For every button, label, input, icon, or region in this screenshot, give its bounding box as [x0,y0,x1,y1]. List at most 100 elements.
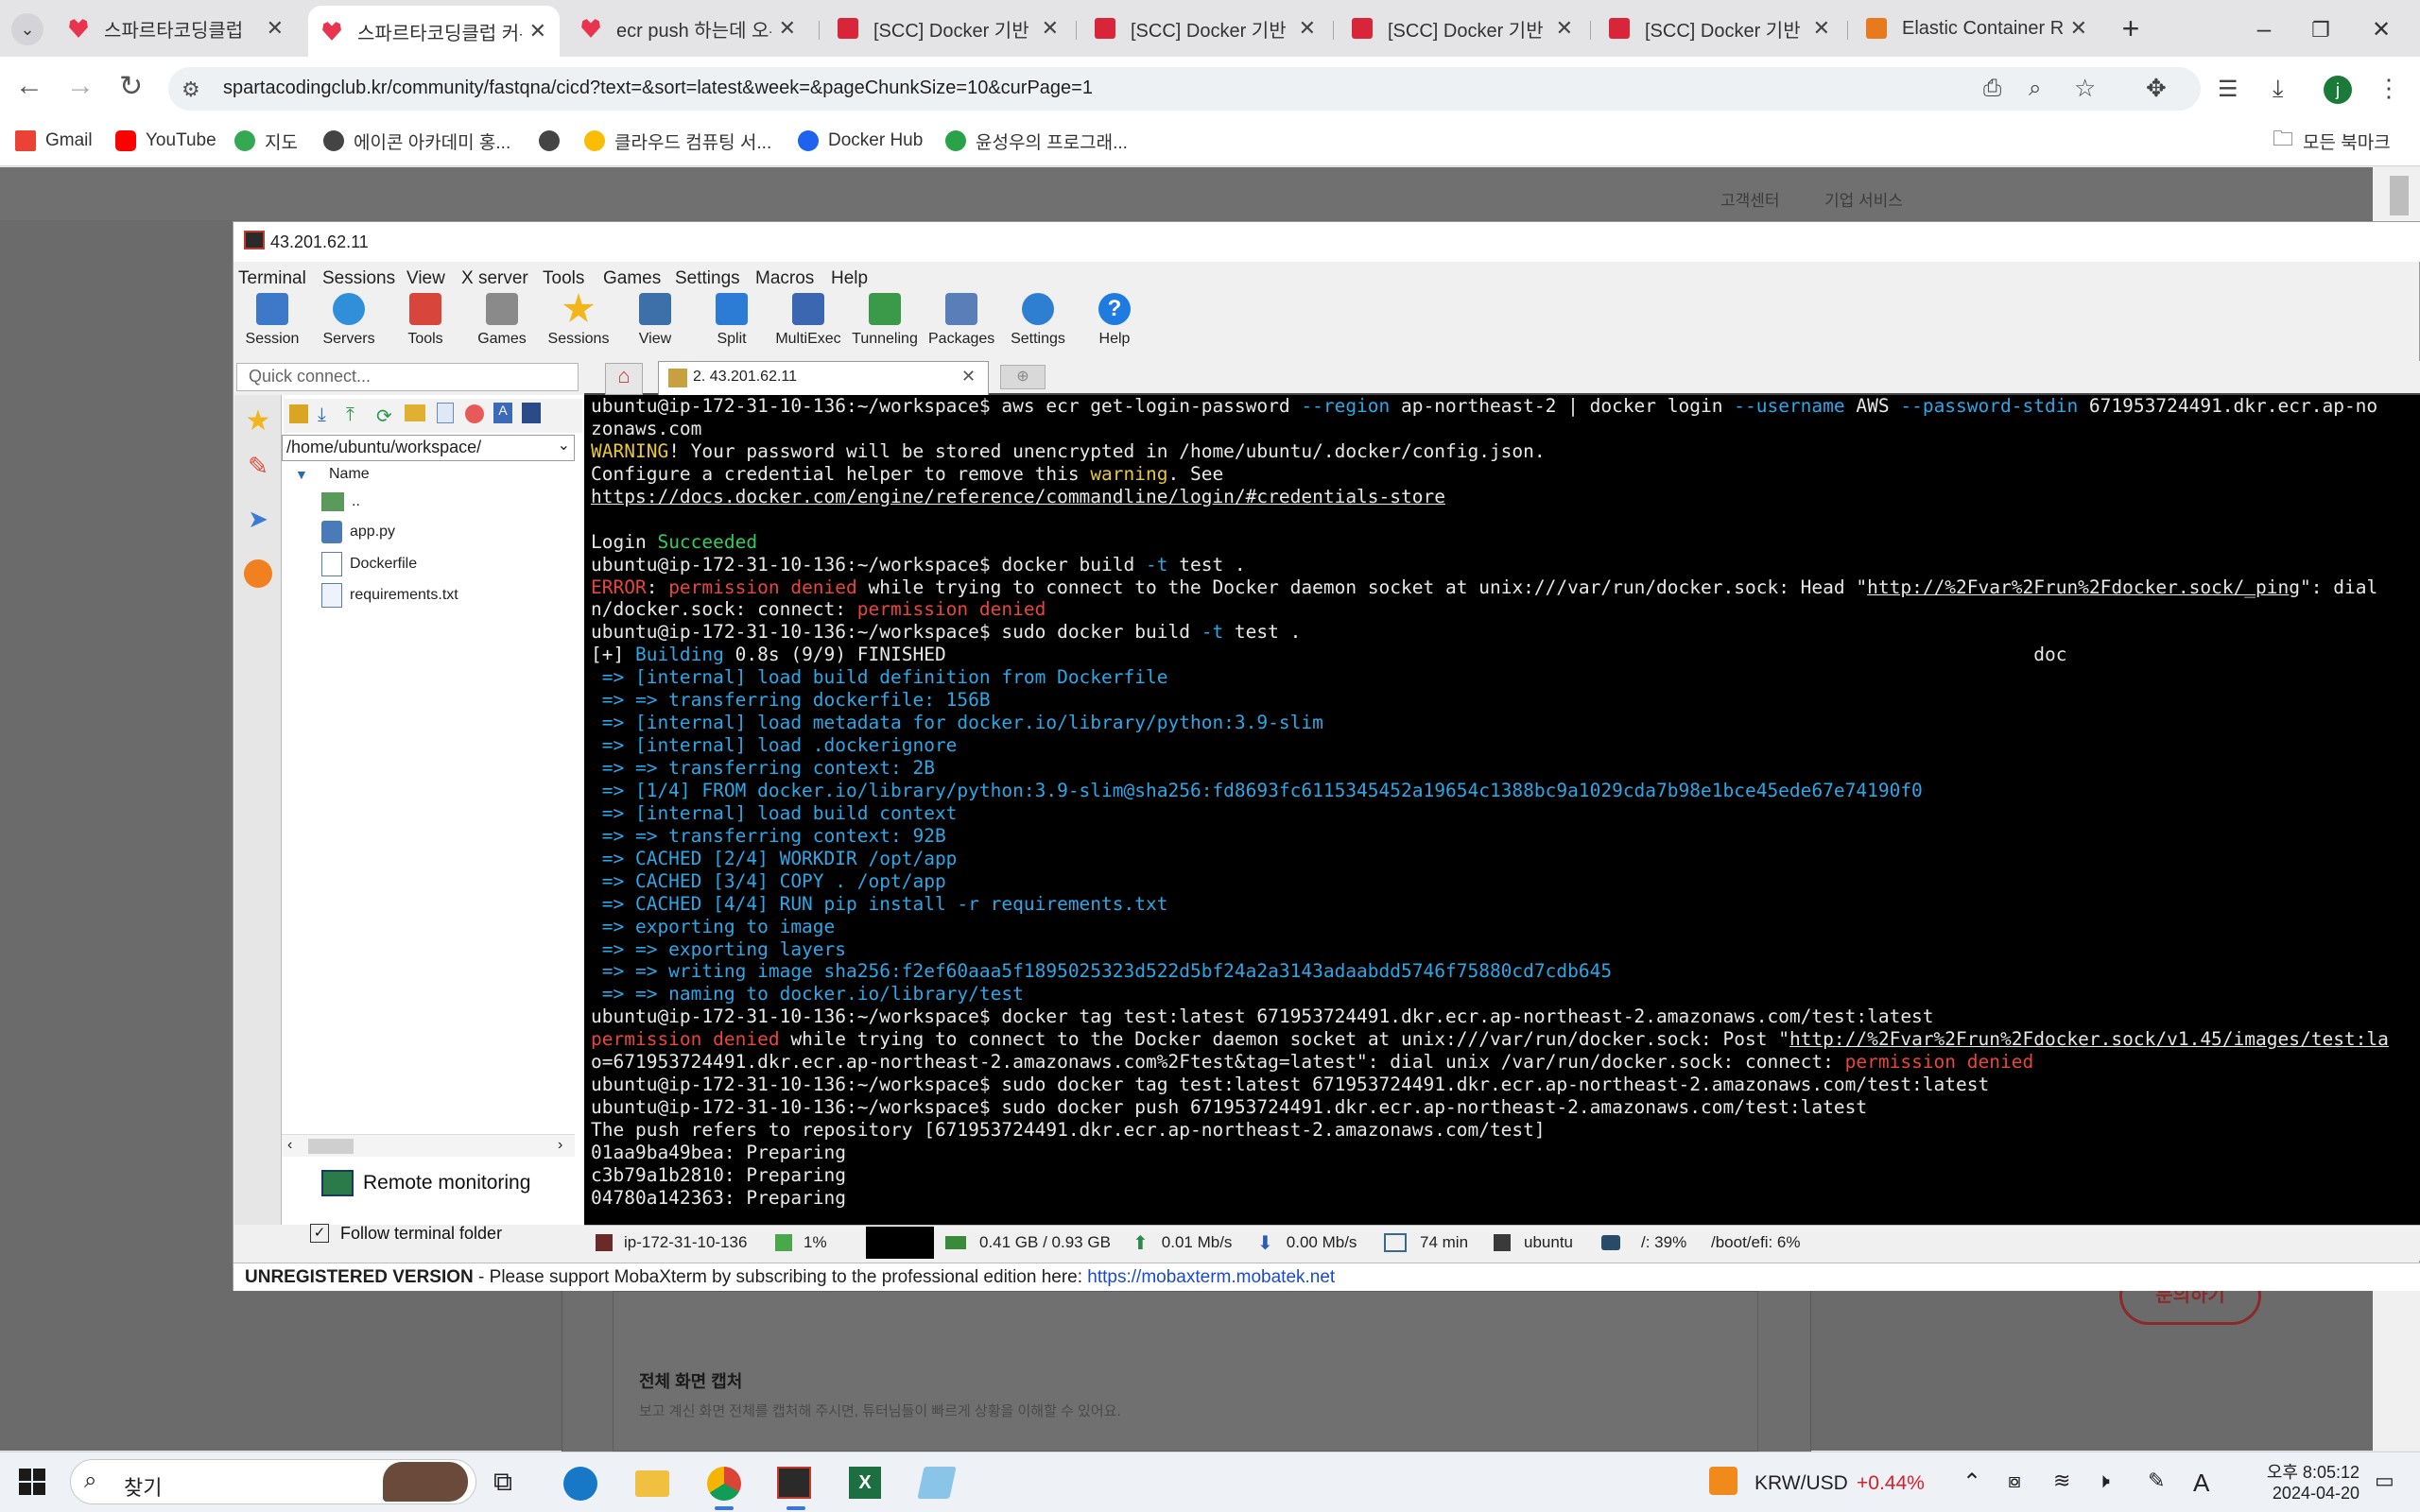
zoom-icon[interactable]: ⌕ [2029,76,2041,102]
pen-icon[interactable]: ✎ [2148,1469,2165,1493]
file-row[interactable]: Dockerfile [321,552,417,576]
close-icon[interactable]: ✕ [1556,16,1573,41]
page-scrollbar-thumb[interactable] [2390,176,2409,215]
close-icon[interactable]: ✕ [779,16,796,41]
bookmark-programming[interactable]: 윤성우의 프로그래... [945,127,1128,155]
reading-list-icon[interactable]: ☰ [2218,76,2238,103]
task-view-icon[interactable]: ⧉ [493,1467,512,1498]
toolbar-view-button[interactable]: View [622,293,688,359]
terminal-session-tab[interactable]: 2. 43.201.62.11 ✕ [658,361,989,395]
file-row[interactable]: app.py [321,520,395,544]
menu-settings[interactable]: Settings [675,268,740,289]
remote-monitoring-button[interactable]: Remote monitoring [321,1168,530,1198]
site-info-icon[interactable]: ⚙ [182,77,200,102]
menu-sessions[interactable]: Sessions [322,268,395,289]
file-row-parent[interactable]: .. [321,490,360,514]
toolbar-packages-button[interactable]: Packages [928,293,994,359]
notepad-icon[interactable] [917,1467,957,1499]
file-row[interactable]: requirements.txt [321,583,458,608]
ime-indicator[interactable]: A [2193,1469,2209,1498]
install-app-icon[interactable]: ⎙ [1983,76,2001,102]
bookmark-maps[interactable]: 지도 [234,127,298,155]
menu-x-server[interactable]: X server [461,268,528,289]
toolbar-tunneling-button[interactable]: Tunneling [852,293,918,359]
browser-tab[interactable]: ecr push 하는데 오류 ✕ [567,8,809,49]
browser-tab-active[interactable]: 스파르타코딩클럽 커뮤니티 ✕ [308,6,560,57]
more-menu-icon[interactable]: ⋮ [2377,74,2401,103]
bookmark-star-icon[interactable]: ☆ [2074,74,2096,103]
enterprise-link[interactable]: 기업 서비스 [1824,187,1903,211]
terminal-link[interactable]: https://docs.docker.com/engine/reference… [591,486,1445,507]
bookmark-youtube[interactable]: YouTube [115,127,216,155]
terminal-link[interactable]: http://%2Fvar%2Frun%2Fdocker.sock/_ping [1867,576,2300,598]
terminal-output[interactable]: ubuntu@ip-172-31-10-136:~/workspace$ aws… [584,395,2420,1225]
browser-tab[interactable]: Elastic Container Registry ✕ [1853,8,2100,49]
sftp-new-folder-icon[interactable] [405,404,425,421]
notification-icon[interactable]: ▭ [2375,1469,2394,1493]
close-icon[interactable]: ✕ [529,19,546,43]
menu-help[interactable]: Help [831,268,868,289]
sftp-up-icon[interactable] [289,404,308,423]
chrome-icon[interactable] [707,1467,741,1501]
reload-button[interactable]: ↻ [119,70,143,103]
bookmark-cloud[interactable]: 클라우드 컴퓨팅 서... [584,127,771,155]
volume-icon[interactable]: 🕨 [2097,1469,2110,1493]
meet-now-icon[interactable]: ⧇ [2008,1469,2021,1493]
menu-view[interactable]: View [406,268,445,289]
back-button[interactable]: ← [15,70,43,102]
window-restore-button[interactable]: ❐ [2299,11,2342,49]
start-button[interactable] [19,1469,45,1495]
scroll-right-icon[interactable]: › [558,1137,562,1154]
browser-tab[interactable]: [SCC] Docker 기반 CI/CD ✕ [1596,8,1843,49]
url-text[interactable]: spartacodingclub.kr/community/fastqna/ci… [223,77,1093,99]
browser-tab[interactable]: [SCC] Docker 기반 CI/CD ✕ [824,8,1072,49]
browser-tab[interactable]: [SCC] Docker 기반 CI/CD ✕ [1081,8,1329,49]
sftp-download-icon[interactable]: ⤓ [318,404,326,426]
new-tab-button[interactable]: + [2112,11,2150,49]
bookmark-globe[interactable] [539,127,569,155]
menu-tools[interactable]: Tools [543,268,584,289]
home-tab[interactable]: ⌂ [605,363,643,395]
close-icon[interactable]: ✕ [1813,16,1830,41]
window-close-button[interactable]: ✕ [2360,11,2403,49]
path-dropdown[interactable]: /home/ubuntu/workspace/ ⌄ [282,435,575,461]
toolbar-settings-button[interactable]: Settings [1005,293,1071,359]
toolbar-tools-button[interactable]: Tools [392,293,458,359]
toolbar-games-button[interactable]: Games [469,293,535,359]
sidebar-sessions-tab[interactable]: ★ [240,404,276,440]
toolbar-servers-button[interactable]: Servers [316,293,382,359]
file-explorer-icon[interactable] [635,1470,669,1497]
close-icon[interactable]: ✕ [2070,16,2087,41]
quick-connect-input[interactable]: Quick connect... [236,363,579,391]
toolbar-help-button[interactable]: ? Help [1081,293,1148,359]
close-tab-icon[interactable]: ✕ [961,367,976,387]
browser-tab[interactable]: [SCC] Docker 기반 CI/CD ✕ [1339,8,1586,49]
currency-label[interactable]: KRW/USD [1754,1472,1848,1495]
sftp-refresh-icon[interactable]: ⟳ [376,404,392,428]
window-minimize-button[interactable]: – [2242,11,2286,49]
tree-header-name[interactable]: Name [329,466,370,483]
sftp-rename-icon[interactable]: A [493,403,512,423]
extensions-icon[interactable]: ✥ [2146,74,2167,103]
support-link[interactable]: https://mobaxterm.mobatek.net [1087,1267,1335,1287]
tray-overflow-icon[interactable]: ⌃ [1962,1469,1981,1496]
bookmark-acorn[interactable]: 에이콘 아카데미 홍... [323,127,510,155]
close-icon[interactable]: ✕ [1042,16,1059,41]
sftp-new-file-icon[interactable] [437,403,454,423]
toolbar-split-button[interactable]: Split [699,293,765,359]
forward-button[interactable]: → [66,70,95,102]
mobaxterm-taskbar-icon[interactable] [777,1467,811,1499]
scroll-thumb[interactable] [308,1139,354,1154]
download-icon[interactable]: ⤓ [2273,74,2284,104]
tree-expand-icon[interactable]: ▼ [295,467,308,482]
sftp-hscrollbar[interactable]: ‹ › [282,1134,575,1157]
all-bookmarks[interactable]: 🗀 모든 북마크 [2273,127,2391,155]
bookmark-docker-hub[interactable]: Docker Hub [798,127,923,155]
weather-widget-icon[interactable] [1709,1467,1737,1495]
edge-icon[interactable] [563,1467,597,1501]
menu-terminal[interactable]: Terminal [238,268,306,289]
wifi-icon[interactable]: ≋ [2053,1469,2070,1493]
follow-folder-checkbox[interactable]: ✓ Follow terminal folder [310,1221,502,1246]
sftp-upload-icon[interactable]: ⤒ [346,404,354,426]
clock-date[interactable]: 2024-04-20 [2235,1484,2360,1503]
